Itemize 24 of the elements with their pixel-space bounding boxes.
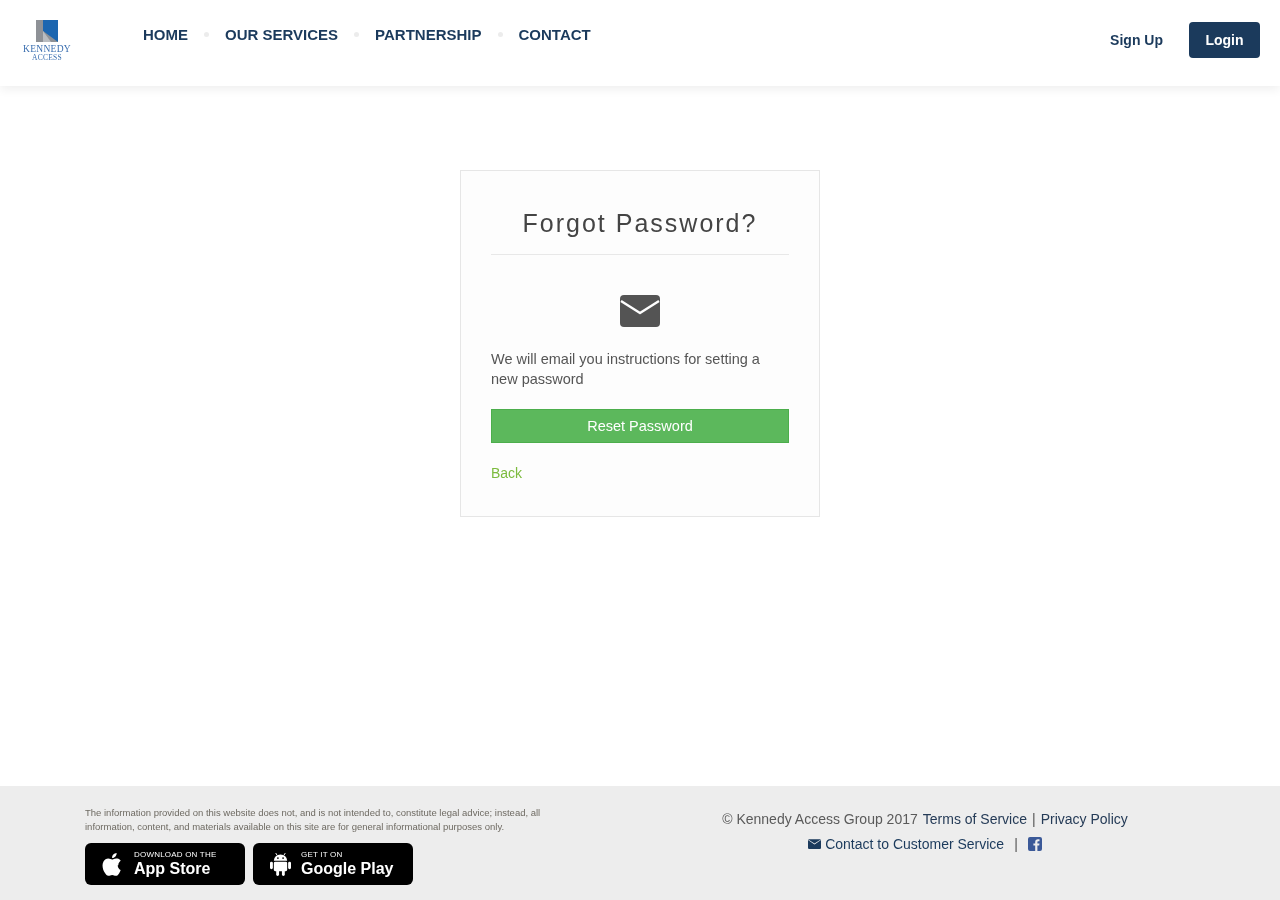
- nav-link[interactable]: HOME: [143, 26, 188, 43]
- terms-link[interactable]: Terms of Service: [922, 810, 1027, 827]
- nav-link[interactable]: CONTACT: [518, 26, 591, 43]
- k-logo-icon: [36, 19, 58, 42]
- instruction-text: We will email you instructions for setting a new password: [491, 350, 761, 389]
- android-robot-icon: [270, 851, 291, 877]
- nav-link[interactable]: OUR SERVICES: [225, 26, 339, 43]
- copyright-text: © Kennedy Access Group 2017: [722, 810, 918, 827]
- login-button[interactable]: Login: [1189, 22, 1260, 58]
- separator-text: |: [1032, 810, 1036, 827]
- store-badge[interactable]: GET IT ON Google Play: [253, 843, 413, 885]
- privacy-link[interactable]: Privacy Policy: [1040, 810, 1128, 827]
- separator-text: |: [1014, 835, 1018, 852]
- logo-text: KENNEDY: [23, 43, 71, 54]
- card-title: Forgot Password?: [521, 208, 759, 239]
- store-badge[interactable]: DOWNLOAD ON THE App Store: [85, 843, 245, 885]
- facebook-link[interactable]: [1027, 836, 1042, 851]
- facebook-icon: [1027, 836, 1042, 851]
- contact-link[interactable]: Contact to Customer Service: [808, 835, 1005, 852]
- envelope-icon: [620, 295, 660, 327]
- nav-link[interactable]: PARTNERSHIP: [375, 26, 482, 43]
- envelope-icon: [808, 838, 822, 849]
- disclaimer-text: The information provided on this website does not, and is not intended to, constitute legal advice; instead, all information, content, and materials available on this site are for general informational purposes only.: [85, 806, 542, 834]
- sign-up-link[interactable]: Sign Up: [1110, 32, 1163, 48]
